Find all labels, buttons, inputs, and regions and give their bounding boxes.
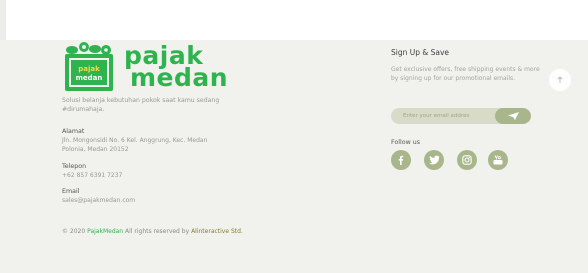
facebook-glyph [398,155,404,165]
tagline: Solusi belanja kebutuhan pokok saat kamu… [62,97,220,113]
left-notch [0,0,6,40]
copyright-brand-link[interactable]: PajakMedan [87,228,123,235]
subscribe-button[interactable] [495,108,531,124]
copyright: © 2020 PajakMedan All rights reserved by… [62,228,243,235]
youtube-icon[interactable] [488,150,508,170]
scroll-to-top-button[interactable] [549,69,571,91]
youtube-glyph [493,155,503,165]
phone-label: Telepon [62,163,87,170]
email-input[interactable] [391,108,499,124]
newsletter-form [391,108,531,124]
facebook-icon[interactable] [391,150,411,170]
top-strip [0,0,588,40]
signup-title: Sign Up & Save [391,48,450,57]
copyright-middle: All rights reserved by [125,228,190,235]
instagram-glyph [462,155,472,165]
copyright-maker-link[interactable]: Alinteractive Std. [191,228,243,235]
arrow-up-icon [557,76,563,83]
email-value[interactable]: sales@pajakmedan.com [62,197,232,206]
email-label: Email [62,188,80,195]
brand-wordmark: pajak medan [124,43,229,92]
instagram-icon[interactable] [457,150,477,170]
signup-description: Get exclusive offers, free shipping even… [391,66,540,82]
brand-logo[interactable]: pajak medan pajak medan [62,41,228,93]
address-label: Alamat [62,128,85,135]
brand-wordmark-line2: medan [130,63,229,92]
shopping-bag-logo-icon: pajak medan [65,42,113,91]
svg-text:pajak: pajak [78,65,100,73]
phone-value[interactable]: +62 857 6391 7237 [62,172,232,181]
twitter-icon[interactable] [424,150,444,170]
twitter-glyph [428,155,440,165]
follow-us-label: Follow us [391,139,421,146]
svg-text:medan: medan [76,74,103,82]
address-value: Jln. Mongonsidi No. 6 Kel. Anggrung, Kec… [62,137,208,153]
paper-plane-icon [507,112,519,120]
copyright-prefix: © 2020 [62,228,86,235]
